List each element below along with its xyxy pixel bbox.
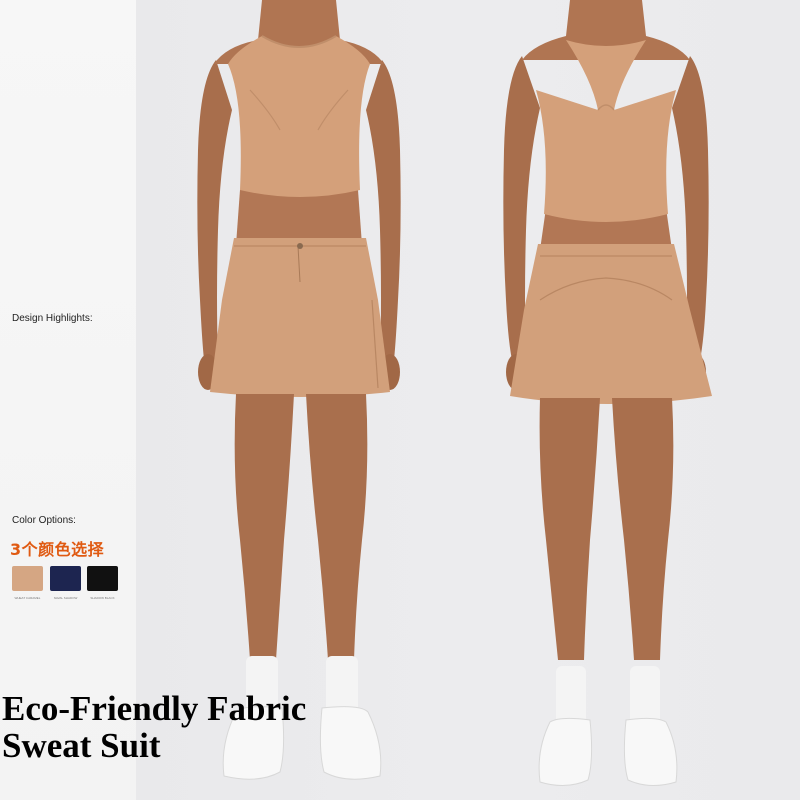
front-model	[197, 0, 401, 780]
models-illustration	[197, 0, 712, 786]
headline-line-1: Eco-Friendly Fabric	[2, 689, 307, 728]
back-model	[503, 0, 712, 786]
swatch-caption: NAVAL SHADOW	[53, 596, 78, 600]
headline-line-2: Sweat Suit	[2, 726, 161, 765]
swatch-black[interactable]	[87, 566, 118, 591]
swatch-caption: WHEAT CARAMEL	[14, 596, 41, 600]
swatch-caption: SHADOW BLACK	[90, 596, 115, 600]
color-options-label: Color Options:	[12, 515, 76, 526]
color-count-label: 3个颜色选择	[10, 540, 105, 559]
swatch-wheat[interactable]	[12, 566, 43, 591]
product-photo	[136, 0, 800, 800]
swatch-navy[interactable]	[50, 566, 81, 591]
headline: Eco-Friendly Fabric Sweat Suit	[2, 690, 306, 764]
info-panel: Design Highlights: Color Options: 3个颜色选择…	[0, 0, 136, 800]
design-highlights-label: Design Highlights:	[12, 313, 93, 324]
